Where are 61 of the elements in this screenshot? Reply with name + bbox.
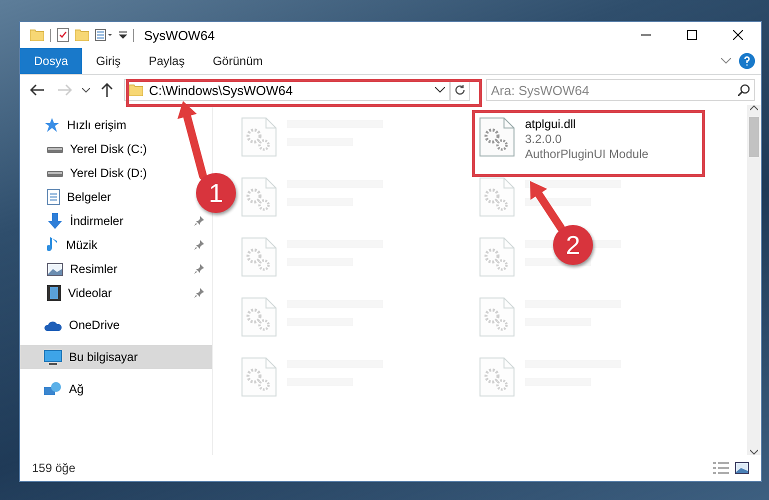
pointer-arrow	[530, 181, 565, 232]
cloud-icon	[44, 320, 62, 330]
nav-item[interactable]: Ağ	[20, 377, 92, 401]
dropdown-chevron-icon[interactable]	[435, 87, 445, 93]
ribbon-tab[interactable]: Dosya	[20, 48, 82, 74]
recent-locations-icon[interactable]	[82, 88, 90, 92]
window-title: SysWOW64	[144, 28, 215, 42]
nav-item[interactable]: Yerel Disk (D:)	[20, 161, 155, 185]
ribbon-tab[interactable]: Görünüm	[198, 48, 277, 74]
nav-item[interactable]: Yerel Disk (C:)	[20, 137, 155, 161]
close-icon[interactable]	[733, 30, 743, 40]
nav-item[interactable]: Resimler	[20, 257, 212, 281]
file-description: AuthorPluginUI Module	[525, 147, 648, 161]
drive-icon	[47, 144, 63, 154]
nav-item[interactable]: Müzik	[20, 233, 212, 257]
dll-file-icon	[479, 117, 515, 157]
picture-icon	[47, 262, 63, 276]
drive-icon	[47, 168, 63, 178]
properties-check-icon[interactable]	[57, 28, 69, 42]
file-version: 3.2.0.0	[525, 132, 563, 146]
pin-icon[interactable]	[194, 216, 204, 226]
search-field[interactable]: Ara: SysWOW64	[486, 79, 755, 101]
folder-icon	[30, 29, 44, 41]
up-arrow-icon[interactable]	[101, 83, 113, 97]
maximize-icon[interactable]	[687, 30, 697, 40]
file-name: atplgui.dll	[525, 117, 577, 131]
nav-item[interactable]: OneDrive	[20, 313, 128, 337]
ribbon-tab[interactable]: Giriş	[82, 48, 135, 74]
refresh-icon[interactable]	[454, 84, 466, 96]
document-icon	[47, 189, 60, 205]
music-note-icon	[47, 237, 59, 253]
film-icon	[47, 285, 61, 301]
ribbon-tab[interactable]: Paylaş	[134, 48, 199, 74]
network-icon	[44, 381, 62, 397]
monitor-icon	[44, 350, 62, 364]
folder-icon	[129, 84, 143, 96]
item-count: 159 öğe	[32, 461, 76, 475]
scroll-down-icon[interactable]	[750, 449, 758, 455]
file-item[interactable]: atplgui.dll 3.2.0.0 AuthorPluginUI Module	[477, 113, 650, 169]
search-icon[interactable]	[738, 84, 750, 96]
address-field[interactable]: C:\Windows\SysWOW64	[124, 79, 450, 101]
help-icon[interactable]	[739, 53, 755, 69]
view-options-icon[interactable]	[95, 29, 113, 41]
nav-item[interactable]: Hızlı erişim	[20, 113, 134, 137]
star-icon	[44, 117, 60, 133]
pin-icon[interactable]	[194, 240, 204, 250]
nav-item[interactable]: Belgeler	[20, 185, 120, 209]
large-icons-view-icon[interactable]	[735, 462, 749, 474]
scrollbar-thumb[interactable]	[749, 117, 759, 157]
customize-dropdown-icon[interactable]	[119, 31, 127, 39]
back-arrow-icon[interactable]	[30, 84, 44, 96]
details-view-icon[interactable]	[713, 462, 729, 474]
pin-icon[interactable]	[194, 264, 204, 274]
nav-item[interactable]: Videolar	[20, 281, 212, 305]
expand-ribbon-icon[interactable]	[721, 58, 731, 64]
pin-icon[interactable]	[194, 288, 204, 298]
download-arrow-icon	[47, 213, 63, 229]
refresh-button[interactable]	[450, 79, 470, 101]
new-folder-icon	[75, 29, 89, 41]
scroll-up-icon[interactable]	[750, 105, 758, 111]
nav-item[interactable]: Bu bilgisayar	[20, 345, 212, 369]
